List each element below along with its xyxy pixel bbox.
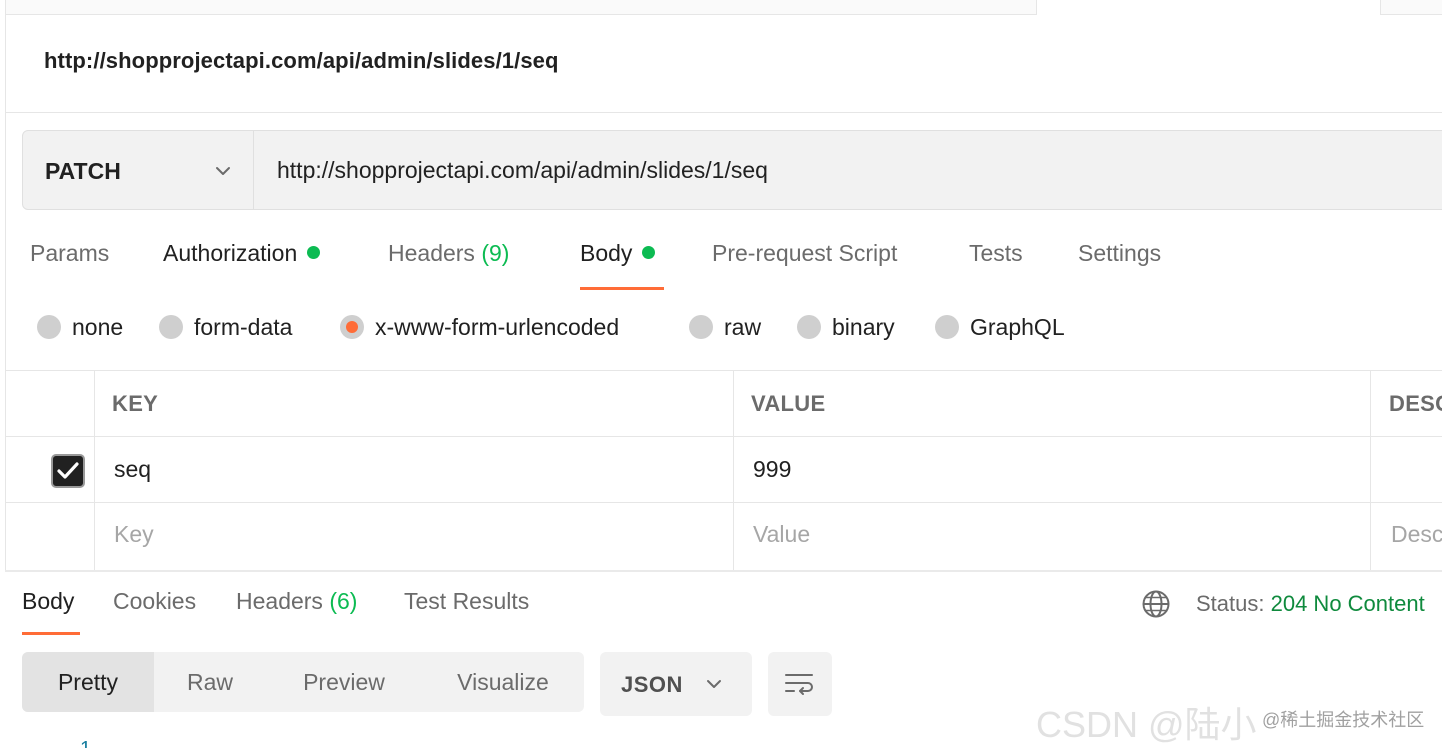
table-row-empty: Key Value Desc [5,503,1442,569]
chevron-down-icon [707,680,721,688]
body-type-form-data[interactable]: form-data [159,314,292,341]
params-table: KEY VALUE DESC seq 999 Key Value Desc [5,370,1442,571]
top-tab-strip [0,0,1442,16]
view-raw-button[interactable]: Raw [154,652,266,712]
response-tab-test-results[interactable]: Test Results [404,588,529,615]
tab-headers[interactable]: Headers (9) [388,240,509,267]
editor-line-number: 1 [80,738,91,748]
response-tab-headers-count: (6) [329,588,358,614]
tab-headers-count: (9) [481,240,510,266]
top-tab-left[interactable] [5,0,1037,15]
body-type-graphql[interactable]: GraphQL [935,314,1065,341]
body-type-binary-label: binary [832,314,895,340]
response-status: Status: 204 No Content [1196,591,1425,617]
column-header-description: DESC [1389,391,1442,416]
checkmark-icon [57,462,79,479]
row-key-cell[interactable]: seq [114,456,151,483]
tab-body-label: Body [580,240,633,266]
body-type-binary[interactable]: binary [797,314,895,341]
body-type-none-label: none [72,314,124,340]
column-divider [94,371,95,571]
tab-params[interactable]: Params [30,240,109,267]
top-tab-right[interactable] [1380,0,1442,15]
radio-icon[interactable] [797,315,821,339]
request-title[interactable]: http://shopprojectapi.com/api/admin/slid… [44,48,559,74]
status-value[interactable]: 204 No Content [1271,591,1425,616]
view-pretty-button[interactable]: Pretty [22,652,154,712]
row-enabled-checkbox[interactable] [51,454,85,488]
tab-authorization[interactable]: Authorization [163,240,321,267]
value-placeholder[interactable]: Value [753,521,810,548]
column-divider [733,371,734,571]
tab-body[interactable]: Body [580,240,656,267]
title-divider [5,112,1442,113]
wrap-lines-icon [785,674,813,695]
tab-prerequest-script[interactable]: Pre-request Script [712,240,897,267]
radio-icon[interactable] [159,315,183,339]
body-type-none[interactable]: none [37,314,123,341]
body-type-urlencoded[interactable]: x-www-form-urlencoded [340,314,619,341]
response-tab-headers[interactable]: Headers (6) [236,588,357,615]
watermark-csdn: CSDN @陆小 [1036,704,1257,745]
tab-tests[interactable]: Tests [969,240,1023,267]
body-type-graphql-label: GraphQL [970,314,1065,340]
url-input[interactable]: http://shopprojectapi.com/api/admin/slid… [277,157,768,184]
status-label: Status: [1196,591,1265,616]
body-type-form-data-label: form-data [194,314,293,340]
row-value-cell[interactable]: 999 [753,456,791,483]
column-header-key: KEY [112,391,159,416]
format-label: JSON [621,672,683,697]
radio-icon[interactable] [37,315,61,339]
response-tab-cookies[interactable]: Cookies [113,588,196,615]
tab-authorization-label: Authorization [163,240,298,266]
column-divider [1370,371,1371,571]
response-view-toggle: Pretty Raw Preview Visualize [22,652,584,712]
tab-headers-label: Headers [388,240,475,266]
request-url-bar: PATCH http://shopprojectapi.com/api/admi… [22,130,1442,210]
method-label: PATCH [45,158,121,184]
active-tab-underline [580,287,664,290]
description-placeholder[interactable]: Desc [1391,521,1442,548]
view-visualize-button[interactable]: Visualize [422,652,584,712]
method-select[interactable]: PATCH [23,131,254,209]
table-row: seq 999 [5,437,1442,503]
response-tab-body[interactable]: Body [22,588,74,615]
wrap-lines-button[interactable] [768,652,832,716]
key-placeholder[interactable]: Key [114,521,154,548]
format-select[interactable]: JSON [600,652,752,716]
radio-icon[interactable] [935,315,959,339]
radio-icon[interactable] [689,315,713,339]
table-header-row: KEY VALUE DESC [5,371,1442,437]
tab-settings[interactable]: Settings [1078,240,1161,267]
radio-selected-icon[interactable] [340,315,364,339]
chevron-down-icon [216,167,230,175]
status-dot-icon [642,246,656,259]
active-response-tab-underline [22,632,80,635]
view-preview-button[interactable]: Preview [266,652,422,712]
body-type-urlencoded-label: x-www-form-urlencoded [375,314,620,340]
response-divider [5,570,1442,572]
body-type-raw[interactable]: raw [689,314,761,341]
response-tab-headers-label: Headers [236,588,323,614]
column-header-value: VALUE [751,391,826,416]
globe-icon[interactable] [1141,589,1171,619]
status-dot-icon [307,246,321,259]
watermark-juejin: @稀土掘金技术社区 [1262,710,1425,730]
body-type-raw-label: raw [724,314,762,340]
